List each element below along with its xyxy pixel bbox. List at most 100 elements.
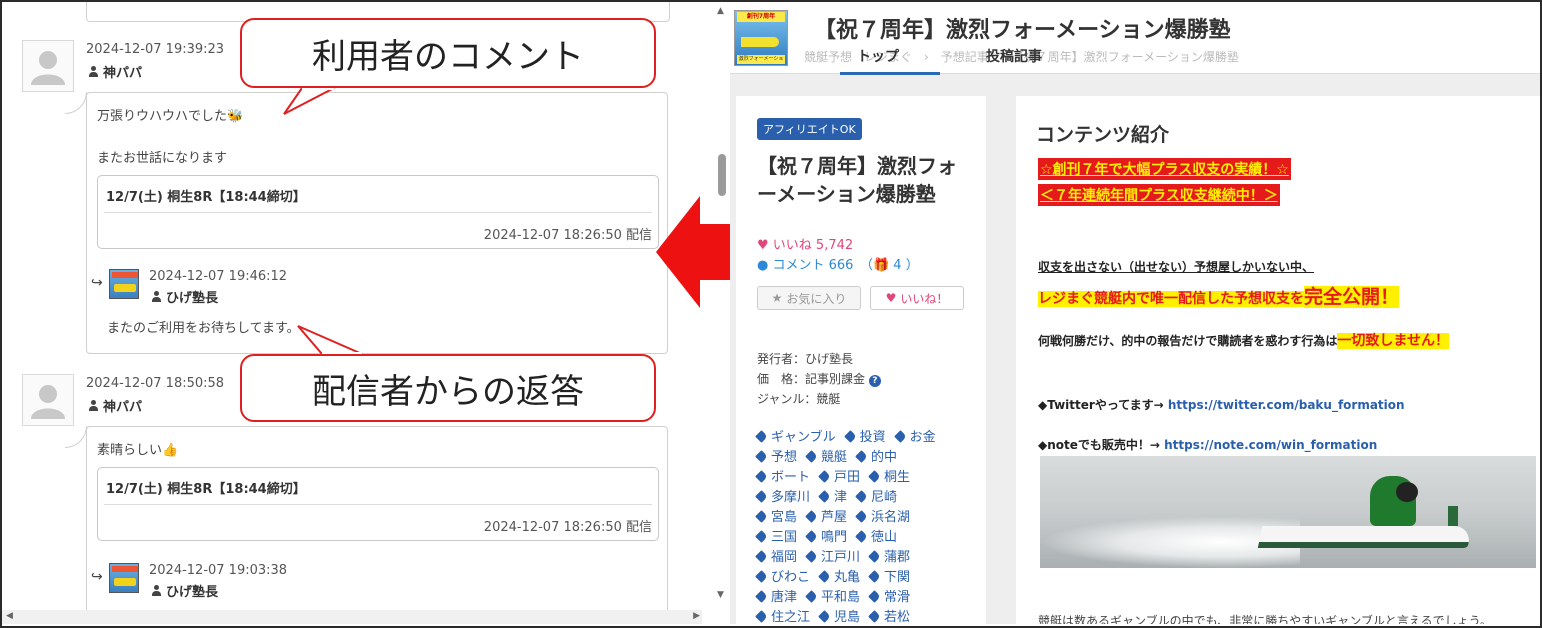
tag-link[interactable]: 多摩川 xyxy=(755,488,810,508)
publisher: 発行者：ひげ塾長 xyxy=(757,352,854,366)
tag-link[interactable]: 宮島 xyxy=(755,508,797,528)
gift-icon: 🎁 xyxy=(872,258,890,273)
tag-icon xyxy=(805,590,818,603)
reply-user-name: ひげ塾長 xyxy=(166,585,219,600)
tag-icon xyxy=(755,530,768,543)
tag-link[interactable]: びわこ xyxy=(755,568,810,588)
user-avatar[interactable] xyxy=(22,40,74,92)
boat-icon xyxy=(741,37,779,47)
tag-link[interactable]: 丸亀 xyxy=(818,568,860,588)
comment-user[interactable]: 神パパ xyxy=(88,396,142,415)
tag-list: ギャンブル 投資 お金予想 競艇 的中ボート 戸田 桐生多摩川 津 尼崎宮島 芦屋 浜名湖三国 鳴門 徳… xyxy=(755,428,982,624)
tag-link[interactable]: 住之江 xyxy=(755,608,810,624)
divider xyxy=(104,504,652,505)
tag-link[interactable]: 徳山 xyxy=(855,528,897,548)
tag-link[interactable]: 平和島 xyxy=(805,588,860,608)
author-thumbnail[interactable] xyxy=(109,563,139,593)
tag-label: 津 xyxy=(834,490,848,505)
tag-icon xyxy=(868,550,881,563)
user-icon xyxy=(88,400,99,411)
site-header: 創刊7周年 激烈フォーメーション爆勝塾 競艇予想 レジまぐ › 予想記事 › 【… xyxy=(730,2,1540,75)
author-thumbnail[interactable] xyxy=(109,269,139,299)
site-logo[interactable]: 創刊7周年 激烈フォーメーション爆勝塾 xyxy=(734,10,788,66)
gift-count: 4 xyxy=(893,258,902,273)
linked-issue[interactable]: 12/7(土) 桐生8R【18:44締切】 2024-12-07 18:26:5… xyxy=(97,467,659,541)
scroll-up-arrow-icon[interactable]: ▲ xyxy=(717,6,724,16)
speech-tail xyxy=(65,426,87,448)
comment-count-text: コメント 666 xyxy=(772,258,854,273)
twitter-link[interactable]: https://twitter.com/baku_formation xyxy=(1168,398,1405,412)
scroll-down-arrow-icon[interactable]: ▼ xyxy=(717,590,724,600)
tag-link[interactable]: 唐津 xyxy=(755,588,797,608)
tag-icon xyxy=(755,470,768,483)
highlight-banner: ＜７年連続年間プラス収支継続中！＞ xyxy=(1038,184,1280,206)
tag-link[interactable]: 桐生 xyxy=(868,468,910,488)
site-title[interactable]: 【祝７周年】激烈フォーメーション爆勝塾 xyxy=(814,12,1231,44)
body-text: 競艇は数あるギャンブルの中でも、非常に勝ちやすいギャンブルと言えるでしょう。 xyxy=(1038,614,1492,624)
tag-link[interactable]: 津 xyxy=(818,488,848,508)
scroll-right-arrow-icon[interactable]: ▶ xyxy=(693,611,700,621)
emphasis-text: 完全公開！ xyxy=(1304,286,1400,308)
speech-bubble-icon: ● xyxy=(757,258,769,273)
user-icon xyxy=(151,291,162,302)
tag-link[interactable]: 常滑 xyxy=(868,588,910,608)
tag-icon xyxy=(818,470,831,483)
nav-tab-posts[interactable]: 投稿記事 xyxy=(986,46,1042,66)
star-icon: ★ xyxy=(771,291,783,305)
body-text: 収支を出さない（出せない）予想屋しかいない中、 xyxy=(1038,260,1315,274)
tag-link[interactable]: 浜名湖 xyxy=(855,508,910,528)
note-link[interactable]: https://note.com/win_formation xyxy=(1164,438,1377,452)
tag-link[interactable]: ボート xyxy=(755,468,810,488)
tag-icon xyxy=(805,550,818,563)
tag-label: 三国 xyxy=(771,530,798,545)
tag-link[interactable]: 福岡 xyxy=(755,548,797,568)
tag-link[interactable]: 鳴門 xyxy=(805,528,848,548)
tag-link[interactable]: 的中 xyxy=(855,448,897,468)
user-icon xyxy=(151,585,162,596)
help-icon[interactable]: ? xyxy=(868,375,881,387)
tag-link[interactable]: ギャンブル xyxy=(755,428,836,448)
tag-link[interactable]: 三国 xyxy=(755,528,798,548)
tag-link[interactable]: 若松 xyxy=(868,608,910,624)
boat-hull xyxy=(1257,526,1473,548)
tag-link[interactable]: 尼崎 xyxy=(855,488,897,508)
tag-link[interactable]: 戸田 xyxy=(818,468,860,488)
tag-icon xyxy=(805,450,818,463)
tag-icon xyxy=(818,570,831,583)
tag-label: 江戸川 xyxy=(821,550,861,565)
horizontal-scrollbar[interactable]: ◀ ▶ xyxy=(2,610,702,624)
tag-label: 鳴門 xyxy=(821,530,848,545)
tag-link[interactable]: お金 xyxy=(893,428,936,448)
nav-tab-top[interactable]: トップ xyxy=(857,46,899,66)
tag-link[interactable]: 競艇 xyxy=(805,448,848,468)
scrollbar-thumb[interactable] xyxy=(718,154,726,196)
tag-icon xyxy=(818,490,831,503)
tag-link[interactable]: 下関 xyxy=(868,568,910,588)
user-avatar[interactable] xyxy=(22,374,74,426)
favorite-button[interactable]: ★ お気に入り xyxy=(757,286,861,310)
linked-issue[interactable]: 12/7(土) 桐生8R【18:44締切】 2024-12-07 18:26:5… xyxy=(97,175,659,249)
tag-label: 芦屋 xyxy=(821,510,848,525)
tag-icon xyxy=(893,430,907,443)
like-count-text: いいね 5,742 xyxy=(772,238,854,253)
tag-link[interactable]: 芦屋 xyxy=(805,508,848,528)
comment-user[interactable]: 神パパ xyxy=(88,62,142,81)
tag-link[interactable]: 予想 xyxy=(755,448,797,468)
tag-link[interactable]: 投資 xyxy=(843,428,886,448)
tag-link[interactable]: 江戸川 xyxy=(805,548,861,568)
reply-user[interactable]: ひげ塾長 xyxy=(151,287,218,306)
tag-link[interactable]: 蒲郡 xyxy=(868,548,910,568)
tag-label: 競艇 xyxy=(821,450,848,465)
twitter-label: ◆Twitterやってます→ xyxy=(1038,398,1168,412)
note-label: ◆noteでも販売中！→ xyxy=(1038,438,1165,452)
reply-user[interactable]: ひげ塾長 xyxy=(151,581,218,600)
tag-icon xyxy=(868,570,881,583)
tag-label: ギャンブル xyxy=(771,430,836,445)
comment-count[interactable]: ● コメント 666 （🎁 4 ） xyxy=(757,254,919,273)
tag-link[interactable]: 児島 xyxy=(818,608,860,624)
scroll-left-arrow-icon[interactable]: ◀ xyxy=(6,611,13,621)
comment-text: 素晴らしい👍 xyxy=(97,443,179,458)
like-button[interactable]: ♥ いいね！ xyxy=(870,286,964,310)
divider xyxy=(104,212,652,213)
tag-icon xyxy=(755,510,768,523)
